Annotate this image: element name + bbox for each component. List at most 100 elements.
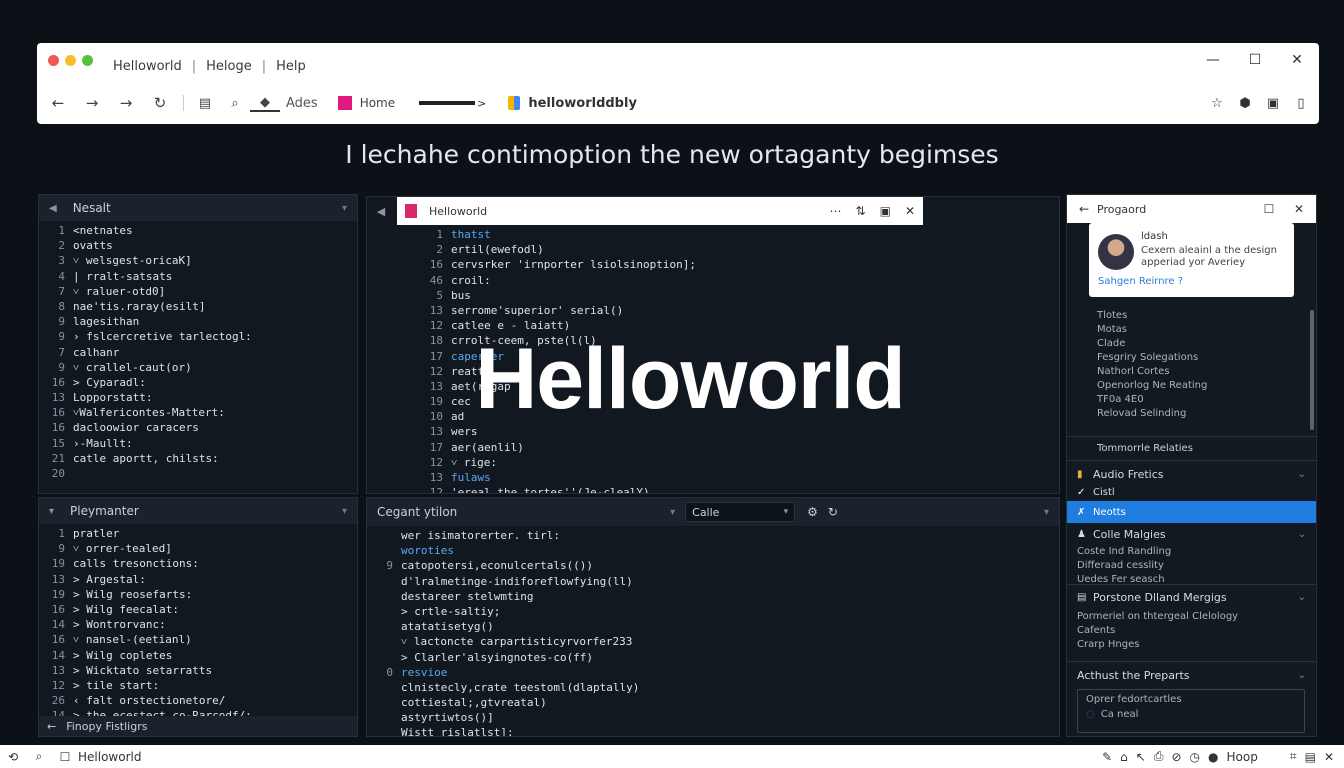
window-icon[interactable]: ▣ <box>880 204 891 218</box>
code-line: 5 bus <box>417 288 1059 303</box>
reader-icon[interactable]: ▤ <box>190 96 220 111</box>
printer-icon[interactable]: ⎙ <box>1154 749 1164 764</box>
square-icon[interactable]: ☐ <box>52 750 78 764</box>
window-icon[interactable]: ☐ <box>1260 202 1278 216</box>
collapse-icon[interactable]: ▾ <box>49 506 54 517</box>
code-text: Wistt rislatlst]; <box>401 726 514 737</box>
menu-item-help[interactable]: Help <box>276 59 306 74</box>
file-icon <box>405 204 417 218</box>
back-arrow-icon[interactable]: ← <box>47 720 56 733</box>
section-audio[interactable]: ▮ Audio Fretics ⌄ <box>1067 468 1316 481</box>
code-text: | rralt-satsats <box>73 269 173 283</box>
browser-window: Helloworld | Heloge | Help — ☐ ✕ ← → → ↻… <box>37 43 1319 124</box>
line-number <box>367 695 401 710</box>
list-item[interactable]: Crarp Hnges <box>1077 638 1238 652</box>
close-dot[interactable] <box>48 55 59 66</box>
output-title[interactable]: Cegant ytilon <box>377 505 457 519</box>
home-link[interactable]: Home <box>360 96 395 110</box>
ades-link[interactable]: Ades <box>286 96 318 111</box>
list-item[interactable]: Tlotes <box>1097 309 1207 323</box>
collapse-icon[interactable]: ◀ <box>49 203 57 214</box>
grid-icon[interactable]: ⌗ <box>1290 749 1297 764</box>
close-icon[interactable]: ✕ <box>1324 750 1334 764</box>
back-arrow-icon[interactable]: ← <box>1075 202 1093 216</box>
list-item[interactable]: Nathorl Cortes <box>1097 365 1207 379</box>
section-porstone[interactable]: ▤ Porstone Dlland Mergigs ⌄ <box>1067 591 1316 604</box>
line-number: 16 <box>51 375 65 389</box>
panel-title: Pleymanter <box>70 504 139 518</box>
menu-item-heloge[interactable]: Heloge <box>206 59 252 74</box>
properties-box[interactable]: Oprer fedortcartles ◌ Ca neal <box>1077 689 1305 733</box>
section-acthust[interactable]: Acthust the Preparts ⌄ <box>1067 669 1316 682</box>
settings-icon[interactable]: ⚙ <box>807 505 818 519</box>
chevron-down-icon[interactable]: ▾ <box>670 507 675 518</box>
minimize-dot[interactable] <box>65 55 76 66</box>
code-text: > Wicktato setarratts <box>73 663 213 677</box>
reload-icon[interactable]: ↻ <box>143 94 177 112</box>
line-number: 16 <box>429 258 443 272</box>
chevron-down-icon[interactable]: ▾ <box>342 203 347 214</box>
file-icon[interactable]: ▯ <box>1293 96 1309 111</box>
clock-icon[interactable]: ◷ <box>1190 750 1200 764</box>
close-icon[interactable]: ✕ <box>1289 52 1305 68</box>
pen-icon[interactable]: ✎ <box>1102 750 1112 764</box>
help-label[interactable]: Hoop <box>1227 750 1258 764</box>
close-icon[interactable]: ✕ <box>905 204 915 218</box>
picture-icon[interactable]: ▣ <box>1265 96 1281 111</box>
check-item[interactable]: ✓ Cistl <box>1067 487 1316 498</box>
chevron-down-icon[interactable]: ▾ <box>1044 507 1049 518</box>
list-item[interactable]: Pormeriel on thtergeal Clelology <box>1077 610 1238 624</box>
code-line: 2 ertil(ewefodl) <box>417 242 1059 257</box>
lock-icon[interactable]: ⌂ <box>1120 750 1128 764</box>
list-item[interactable]: Motas <box>1097 323 1207 337</box>
list-item[interactable]: Coste Ind Randling <box>1077 545 1171 559</box>
panel-header[interactable]: ◀ Nesalt ▾ <box>39 195 357 221</box>
section-colle[interactable]: ♟ Colle Malgies ⌄ <box>1067 528 1316 541</box>
panel-header[interactable]: ▾ Pleymanter ▾ <box>39 498 357 524</box>
cursor-icon[interactable]: ↖ <box>1136 750 1146 764</box>
list-item[interactable]: Openorlog Ne Reating <box>1097 379 1207 393</box>
settings-icon[interactable]: ● <box>1208 750 1218 764</box>
list-item[interactable]: Cafents <box>1077 624 1238 638</box>
star-icon[interactable]: ☆ <box>1209 96 1225 111</box>
footer-label: Finopy Fistligrs <box>66 719 148 733</box>
site-url[interactable]: helloworlddbly <box>528 96 637 111</box>
list-item[interactable]: TF0a 4E0 <box>1097 393 1207 407</box>
compass-icon[interactable]: ⊘ <box>1171 750 1181 764</box>
list-item[interactable]: Relovad Selinding <box>1097 407 1207 421</box>
sync-icon[interactable]: ⟲ <box>0 750 26 764</box>
menu-item-helloworld[interactable]: Helloworld <box>113 59 182 74</box>
list-item[interactable]: Differaad cesslity <box>1077 559 1171 573</box>
note-icon[interactable]: ▤ <box>1305 750 1316 764</box>
scrollbar[interactable] <box>1310 310 1314 430</box>
split-icon[interactable]: ⇅ <box>856 204 866 218</box>
extension-icon[interactable]: ⬢ <box>1237 96 1253 111</box>
line-number: 9 <box>386 559 393 573</box>
maximize-dot[interactable] <box>82 55 93 66</box>
bird-icon[interactable]: ◆ <box>250 95 280 112</box>
relates-item[interactable]: Tommorrle Relaties <box>1067 443 1316 454</box>
forward-arrow-icon[interactable]: → <box>75 94 109 112</box>
close-icon[interactable]: ✕ <box>1290 202 1308 216</box>
editor-tab[interactable]: Helloworld ⋯ ⇅ ▣ ✕ <box>397 197 923 225</box>
active-label: Neotts <box>1093 506 1126 518</box>
active-item[interactable]: ✗ Neotts <box>1067 501 1316 523</box>
maximize-icon[interactable]: ☐ <box>1247 52 1263 68</box>
list-item[interactable]: Fesgriry Solegations <box>1097 351 1207 365</box>
search-icon[interactable]: ⌕ <box>220 96 250 111</box>
chevron-left-icon[interactable]: ◀ <box>367 205 395 218</box>
back-arrow-icon[interactable]: ← <box>41 94 75 112</box>
panel-footer[interactable]: ← Finopy Fistligrs <box>39 716 357 736</box>
forward-arrow-icon-2[interactable]: → <box>109 94 143 112</box>
code-text: calls tresonctions: <box>73 557 199 571</box>
search-icon[interactable]: ⌕ <box>26 749 52 764</box>
output-select[interactable]: Calle ▾ <box>685 502 796 522</box>
code-text: > Cyparadl: <box>73 375 146 389</box>
list-item[interactable]: Clade <box>1097 337 1207 351</box>
refresh-icon[interactable]: ↻ <box>828 505 838 519</box>
chevron-down-icon[interactable]: ▾ <box>342 506 347 517</box>
minimize-icon[interactable]: — <box>1205 52 1221 68</box>
more-icon[interactable]: ⋯ <box>830 204 842 218</box>
card-link[interactable]: Sahgen Reirnre ? <box>1098 276 1183 287</box>
box-link[interactable]: Ca neal <box>1101 709 1139 720</box>
